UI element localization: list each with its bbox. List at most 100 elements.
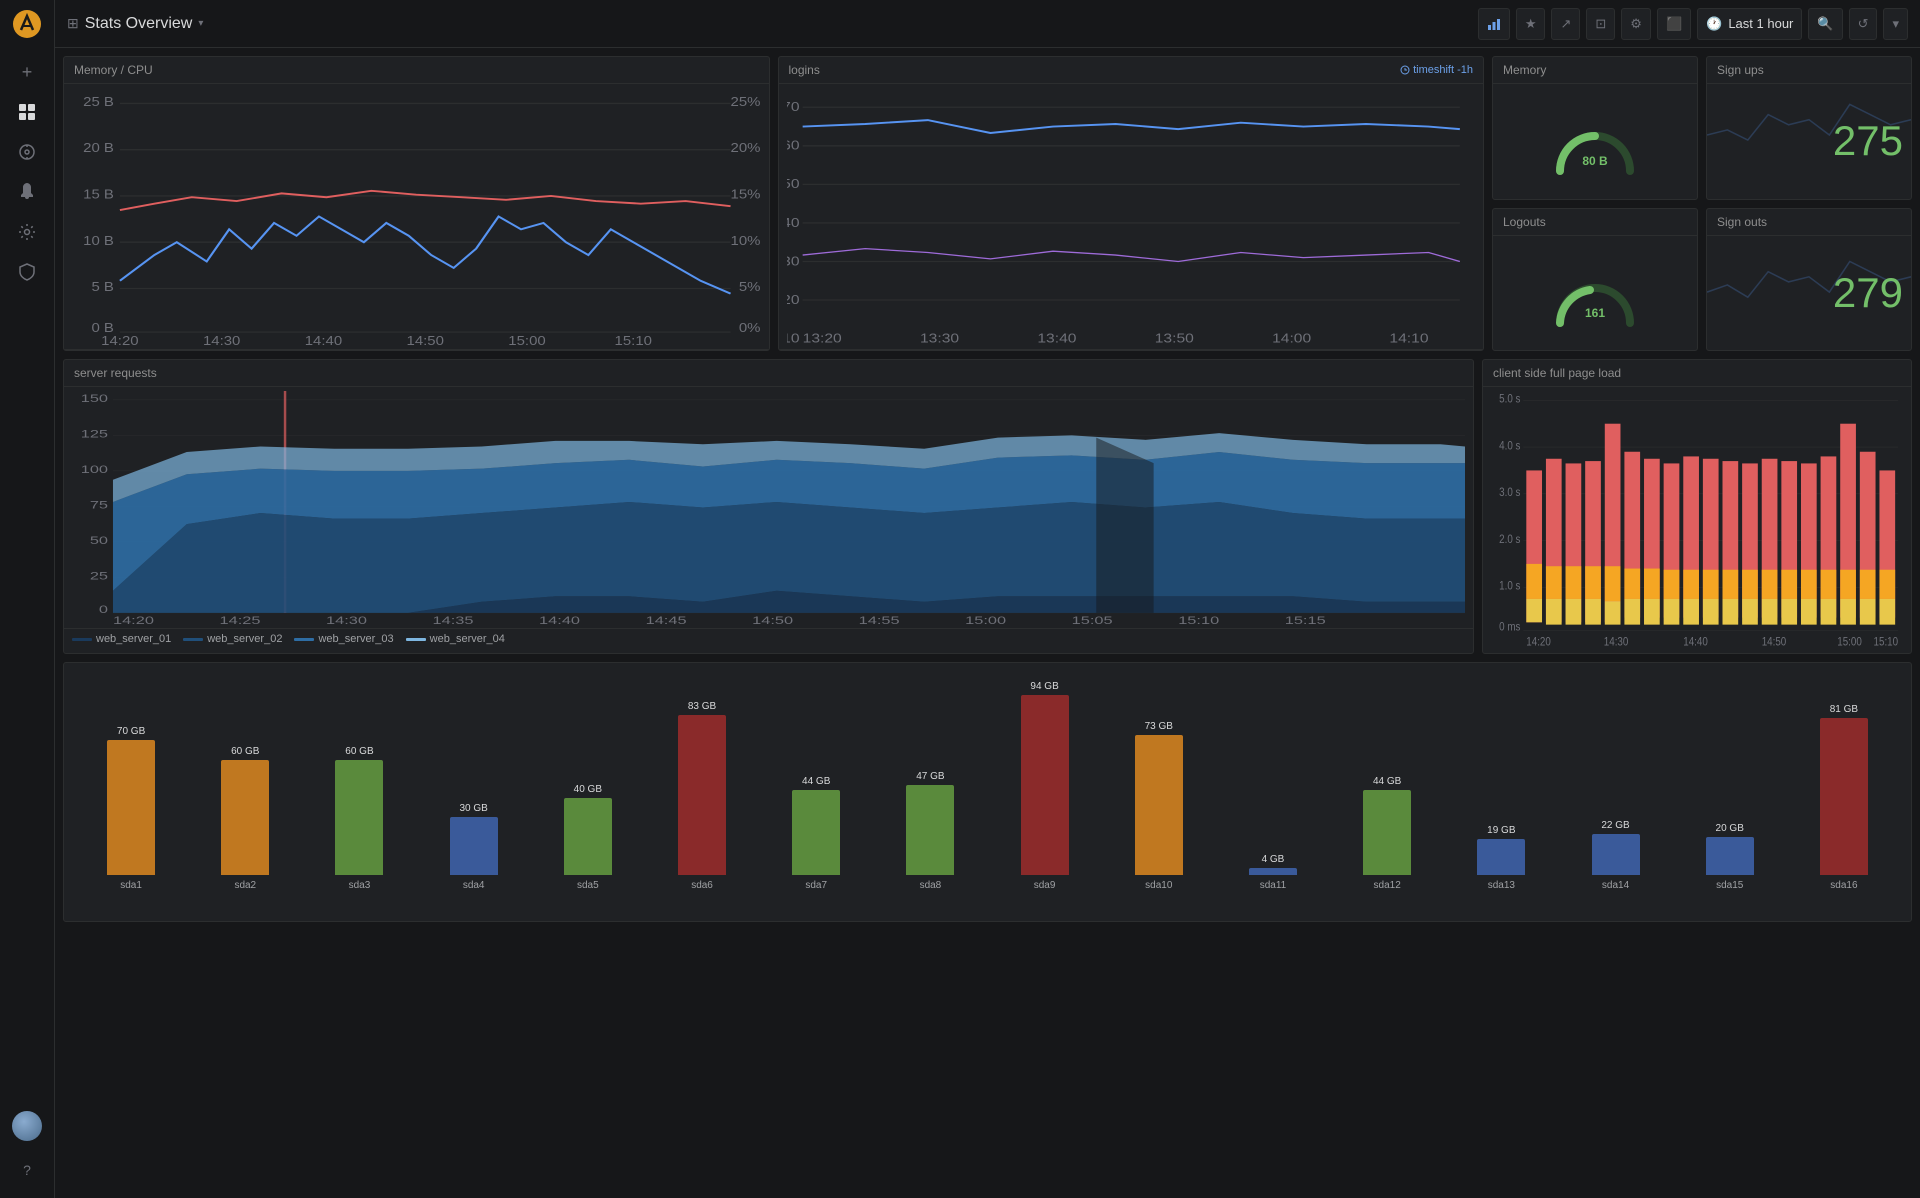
topbar-actions: ★ ↗ ⊡ ⚙ ⬛ 🕐 Last 1 hour 🔍 ↺ ▾: [1478, 8, 1908, 40]
bar-group-sda16: 81 GBsda16: [1809, 704, 1879, 891]
bell-icon[interactable]: [9, 174, 45, 210]
server-requests-panel: server requests 150 125 100 75 50 25 0: [63, 359, 1474, 654]
logins-chart: 70 60 50 40 30 20 10 13:20 13:30: [779, 84, 1484, 349]
clock-icon: 🕐: [1706, 16, 1722, 32]
svg-text:20: 20: [787, 293, 800, 307]
svg-text:40: 40: [787, 216, 800, 230]
save-button[interactable]: ⊡: [1586, 8, 1615, 40]
tv-button[interactable]: ⬛: [1657, 8, 1691, 40]
svg-text:14:35: 14:35: [433, 614, 474, 624]
svg-text:14:00: 14:00: [1272, 332, 1311, 345]
bar-group-sda15: 20 GBsda15: [1695, 823, 1765, 891]
svg-text:70: 70: [787, 100, 800, 114]
bar-label-top: 60 GB: [345, 746, 373, 757]
svg-text:15:00: 15:00: [1837, 636, 1862, 648]
compass-icon[interactable]: [9, 134, 45, 170]
svg-text:25 B: 25 B: [83, 94, 114, 109]
disk-usage-panel: 70 GBsda160 GBsda260 GBsda330 GBsda440 G…: [63, 662, 1912, 922]
server-requests-svg: 150 125 100 75 50 25 0: [72, 391, 1465, 624]
share-button[interactable]: ↗: [1551, 8, 1580, 40]
bar-group-sda11: 4 GBsda11: [1238, 854, 1308, 891]
chart-type-button[interactable]: [1478, 8, 1510, 40]
svg-text:150: 150: [81, 392, 109, 405]
bar-label-bottom: sda7: [805, 880, 827, 891]
bar-label-bottom: sda5: [577, 880, 599, 891]
bar-label-top: 73 GB: [1145, 721, 1173, 732]
bar-group-sda14: 22 GB sda14: [1581, 820, 1651, 891]
bar-rect: [107, 740, 155, 875]
bar-rect: [906, 785, 954, 875]
row1: Memory / CPU 25 B 20 B 15 B 10 B 5 B 0 B…: [63, 56, 1912, 351]
svg-text:14:20: 14:20: [113, 614, 154, 624]
signups-panel: Sign ups 275: [1706, 56, 1912, 200]
legend-ws2: web_server_02: [183, 633, 282, 645]
memory-cpu-panel: Memory / CPU 25 B 20 B 15 B 10 B 5 B 0 B…: [63, 56, 770, 351]
page-load-header: client side full page load: [1483, 360, 1911, 387]
bar-rect: [1477, 839, 1525, 875]
logins-header: logins timeshift -1h: [779, 57, 1484, 84]
svg-text:13:40: 13:40: [1037, 332, 1076, 345]
svg-text:15:00: 15:00: [965, 614, 1006, 624]
logins-legend: logins logins (-1 hour): [779, 349, 1484, 351]
legend-ws3: web_server_03: [294, 633, 393, 645]
bar-label-bottom: sda6: [691, 880, 713, 891]
svg-text:0: 0: [99, 603, 108, 616]
bar-label-bottom: sda3: [349, 880, 371, 891]
settings-button[interactable]: ⚙: [1621, 8, 1651, 40]
svg-text:14:40: 14:40: [305, 333, 343, 345]
shield-icon[interactable]: [9, 254, 45, 290]
svg-text:0 ms: 0 ms: [1499, 621, 1520, 634]
server-requests-legend: web_server_01 web_server_02 web_server_0…: [64, 628, 1473, 649]
bar-label-bottom: sda14: [1602, 880, 1629, 891]
dashboard-icon[interactable]: [9, 94, 45, 130]
zoom-button[interactable]: 🔍: [1808, 8, 1842, 40]
app-logo[interactable]: [11, 8, 43, 40]
bar-label-bottom: sda1: [120, 880, 142, 891]
bar-group-sda8: 47 GBsda8: [895, 771, 965, 891]
chevron-down-icon[interactable]: ▾: [198, 18, 203, 29]
svg-text:15:15: 15:15: [1285, 614, 1326, 624]
bar-label-top: 22 GB: [1601, 820, 1629, 831]
time-range-button[interactable]: 🕐 Last 1 hour: [1697, 8, 1802, 40]
svg-text:14:45: 14:45: [646, 614, 687, 624]
refresh-dropdown[interactable]: ▾: [1883, 8, 1908, 40]
bar-group-sda3: 60 GB sda3: [324, 746, 394, 891]
logins-panel: logins timeshift -1h: [778, 56, 1485, 351]
bar-group-sda4: 30 GBsda4: [439, 803, 509, 891]
bar-rect: [1592, 834, 1640, 875]
bar-rect: [1706, 837, 1754, 875]
avatar[interactable]: [9, 1108, 45, 1144]
svg-text:75: 75: [90, 498, 108, 511]
svg-text:13:30: 13:30: [920, 332, 959, 345]
gear-icon[interactable]: [9, 214, 45, 250]
timeshift-badge: timeshift -1h: [1400, 64, 1473, 76]
bar-label-top: 83 GB: [688, 701, 716, 712]
svg-text:10: 10: [787, 332, 800, 345]
bar-rect: [1021, 695, 1069, 875]
svg-text:15:00: 15:00: [508, 333, 546, 345]
bar-label-top: 30 GB: [459, 803, 487, 814]
bar-rect: [564, 798, 612, 875]
bar-label-bottom: sda2: [234, 880, 256, 891]
add-icon[interactable]: +: [9, 54, 45, 90]
memory-gauge-svg: 80 B: [1545, 101, 1645, 181]
svg-text:15:10: 15:10: [615, 333, 653, 345]
bar-rect: [1135, 735, 1183, 875]
svg-text:4.0 s: 4.0 s: [1499, 440, 1520, 453]
bar-group-sda2: 60 GB sda2: [210, 746, 280, 891]
svg-text:13:50: 13:50: [1154, 332, 1193, 345]
refresh-button[interactable]: ↺: [1849, 8, 1878, 40]
svg-text:13:20: 13:20: [802, 332, 841, 345]
bar-group-sda10: 73 GBsda10: [1124, 721, 1194, 891]
svg-text:5.0 s: 5.0 s: [1499, 393, 1520, 406]
bar-label-top: 60 GB: [231, 746, 259, 757]
svg-text:50: 50: [90, 534, 108, 547]
help-icon[interactable]: ?: [9, 1152, 45, 1188]
svg-text:5 B: 5 B: [91, 279, 113, 294]
svg-text:14:20: 14:20: [1526, 636, 1551, 648]
signouts-panel: Sign outs 279: [1706, 208, 1912, 352]
star-button[interactable]: ★: [1516, 8, 1546, 40]
page-title: ⊞ Stats Overview ▾: [67, 15, 1470, 33]
memory-cpu-title[interactable]: Memory / CPU: [74, 63, 153, 77]
bar-label-bottom: sda16: [1830, 880, 1857, 891]
